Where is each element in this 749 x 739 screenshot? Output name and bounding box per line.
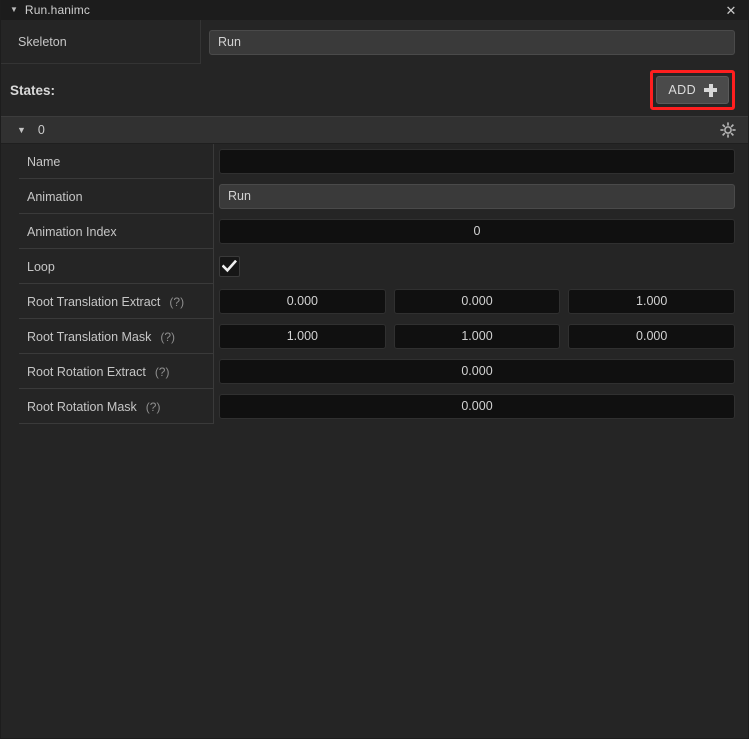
help-icon[interactable]: (?) bbox=[155, 365, 170, 379]
property-value: Run bbox=[214, 179, 748, 214]
property-label: Name bbox=[1, 144, 214, 179]
property-label-text: Root Translation Mask bbox=[27, 329, 152, 344]
root-translation-extract-y[interactable]: 0.000 bbox=[393, 289, 561, 314]
property-row-loop: Loop bbox=[1, 249, 748, 284]
root-translation-mask-x[interactable]: 1.000 bbox=[219, 324, 386, 349]
property-label-text: Animation Index bbox=[27, 224, 117, 239]
skeleton-field-wrapper: Run bbox=[201, 29, 748, 55]
property-row-name: Name bbox=[1, 144, 748, 179]
gear-icon[interactable] bbox=[720, 122, 736, 138]
property-value: 1.000 1.000 0.000 bbox=[214, 319, 748, 354]
property-value bbox=[214, 144, 748, 179]
property-label: Root Rotation Mask (?) bbox=[1, 389, 214, 424]
property-label: Root Rotation Extract (?) bbox=[1, 354, 214, 389]
animation-input[interactable]: Run bbox=[219, 184, 735, 209]
animation-index-input[interactable]: 0 bbox=[219, 219, 735, 244]
property-label: Animation Index bbox=[1, 214, 214, 249]
property-value: 0.000 bbox=[214, 389, 748, 424]
triangle-down-icon[interactable]: ▼ bbox=[17, 125, 26, 135]
window-titlebar: ▼ Run.hanimc ✕ bbox=[1, 0, 748, 20]
root-translation-mask-y[interactable]: 1.000 bbox=[393, 324, 561, 349]
help-icon[interactable]: (?) bbox=[169, 295, 184, 309]
states-header: States: ADD bbox=[1, 64, 748, 116]
skeleton-input[interactable]: Run bbox=[209, 29, 735, 55]
property-row-root-translation-mask: Root Translation Mask (?) 1.000 1.000 0.… bbox=[1, 319, 748, 354]
property-label-text: Loop bbox=[27, 259, 55, 274]
state-index-label: 0 bbox=[37, 123, 45, 137]
root-translation-extract-x[interactable]: 0.000 bbox=[219, 289, 386, 314]
property-row-root-rotation-extract: Root Rotation Extract (?) 0.000 bbox=[1, 354, 748, 389]
property-value: 0.000 bbox=[214, 354, 748, 389]
property-label-text: Root Translation Extract bbox=[27, 294, 161, 309]
plus-icon bbox=[704, 83, 717, 97]
row-divider bbox=[19, 423, 213, 424]
property-label: Loop bbox=[1, 249, 214, 284]
property-row-animation-index: Animation Index 0 bbox=[1, 214, 748, 249]
property-value bbox=[214, 249, 748, 284]
property-label: Animation bbox=[1, 179, 214, 214]
root-rotation-mask-input[interactable]: 0.000 bbox=[219, 394, 735, 419]
property-row-animation: Animation Run bbox=[1, 179, 748, 214]
property-row-root-translation-extract: Root Translation Extract (?) 0.000 0.000… bbox=[1, 284, 748, 319]
root-translation-mask-z[interactable]: 0.000 bbox=[568, 324, 736, 349]
property-value: 0.000 0.000 1.000 bbox=[214, 284, 748, 319]
loop-checkbox[interactable] bbox=[219, 256, 240, 277]
states-label: States: bbox=[10, 82, 56, 98]
root-rotation-extract-input[interactable]: 0.000 bbox=[219, 359, 735, 384]
property-label-text: Root Rotation Mask bbox=[27, 399, 137, 414]
property-label-text: Root Rotation Extract bbox=[27, 364, 146, 379]
triangle-down-icon[interactable]: ▼ bbox=[10, 6, 18, 14]
property-value: 0 bbox=[214, 214, 748, 249]
property-label: Root Translation Extract (?) bbox=[1, 284, 214, 319]
state-properties: Name Animation Run Animation Index 0 Loo… bbox=[1, 144, 748, 424]
window-title: Run.hanimc bbox=[24, 3, 90, 17]
property-label-text: Name bbox=[27, 154, 61, 169]
skeleton-row: Skeleton Run bbox=[1, 20, 748, 64]
animation-config-window: ▼ Run.hanimc ✕ Skeleton Run States: ADD … bbox=[0, 0, 749, 739]
state-item-header[interactable]: ▼ 0 bbox=[1, 116, 748, 144]
property-label-text: Animation bbox=[27, 189, 83, 204]
add-state-button[interactable]: ADD bbox=[656, 76, 729, 104]
close-icon[interactable]: ✕ bbox=[714, 0, 748, 20]
help-icon[interactable]: (?) bbox=[146, 400, 161, 414]
skeleton-label: Skeleton bbox=[1, 20, 201, 64]
name-input[interactable] bbox=[219, 149, 735, 174]
root-translation-extract-z[interactable]: 1.000 bbox=[568, 289, 736, 314]
add-button-highlight: ADD bbox=[650, 70, 735, 110]
help-icon[interactable]: (?) bbox=[160, 330, 175, 344]
property-row-root-rotation-mask: Root Rotation Mask (?) 0.000 bbox=[1, 389, 748, 424]
property-label: Root Translation Mask (?) bbox=[1, 319, 214, 354]
check-icon bbox=[222, 260, 237, 273]
